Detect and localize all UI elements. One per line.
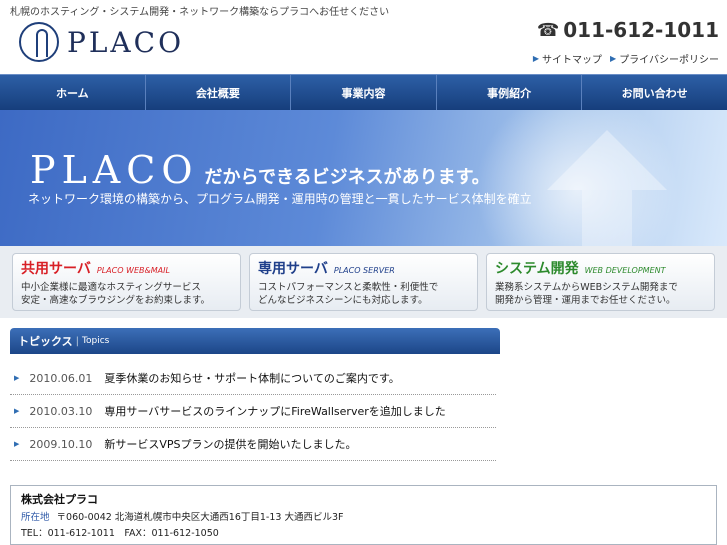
service-subtitle: WEB DEVELOPMENT (584, 266, 666, 275)
hero-banner: PLACO だからできるビジネスがあります。 ネットワーク環境の構築から、プログ… (0, 110, 727, 246)
nav-home[interactable]: ホーム (0, 75, 146, 110)
company-contact: TEL：011-612-1011 FAX：011-612-1050 (21, 528, 219, 539)
service-title: 共用サーバ (21, 261, 91, 277)
arrow-right-icon: ▶ (532, 54, 540, 63)
sitemap-link[interactable]: ▶ サイトマップ (533, 51, 602, 66)
topic-title[interactable]: 新サービスVPSプランの提供を開始いたしました。 (104, 436, 356, 452)
phone-number: ☎ 011-612-1011 (537, 18, 719, 42)
company-info: 株式会社プラコ 所在地 〒060-0042 北海道札幌市中央区大通西16丁目1-… (10, 485, 717, 545)
nav-services[interactable]: 事業内容 (291, 75, 437, 110)
site-logo[interactable]: PLACO (19, 22, 184, 62)
up-arrow-body (582, 190, 632, 246)
topic-item[interactable]: ▶ 2010.03.10 専用サーバサービスのラインナップにFireWallse… (10, 395, 496, 428)
hero-catch: だからできるビジネスがあります。 (204, 167, 490, 188)
hero-title: PLACO だからできるビジネスがあります。 (30, 148, 490, 192)
nav-contact[interactable]: お問い合わせ (582, 75, 727, 110)
company-name: 株式会社プラコ (21, 493, 98, 506)
topic-date: 2010.03.10 (29, 404, 93, 418)
service-title: 専用サーバ (258, 261, 328, 277)
logo-mark-icon (19, 22, 59, 62)
heading-separator: | (75, 335, 80, 347)
service-desc: 中小企業様に最適なホスティングサービス 安定・高速なブラウジングをお約束します。 (21, 282, 211, 306)
topic-title[interactable]: 夏季休業のお知らせ・サポート体制についてのご案内です。 (104, 370, 399, 386)
site-tagline: 札幌のホスティング・システム開発・ネットワーク構築ならプラコへお任せください (10, 7, 390, 18)
bullet-arrow-icon: ▶ (14, 407, 20, 415)
company-address: 所在地 〒060-0042 北海道札幌市中央区大通西16丁目1-13 大通西ビル… (21, 512, 344, 523)
service-banners: 共用サーバ PLACO WEB&MAIL 中小企業様に最適なホスティングサービス… (12, 253, 727, 311)
topic-item[interactable]: ▶ 2009.10.10 新サービスVPSプランの提供を開始いたしました。 (10, 428, 496, 461)
topic-date: 2010.06.01 (29, 371, 93, 385)
nav-cases[interactable]: 事例紹介 (437, 75, 583, 110)
phone-icon: ☎ (536, 19, 560, 41)
topic-date: 2009.10.10 (29, 437, 93, 451)
topic-item[interactable]: ▶ 2010.06.01 夏季休業のお知らせ・サポート体制についてのご案内です。 (10, 362, 496, 395)
topic-title[interactable]: 専用サーバサービスのラインナップにFireWallserverを追加しました (104, 403, 445, 419)
topic-list: ▶ 2010.06.01 夏季休業のお知らせ・サポート体制についてのご案内です。… (10, 362, 496, 461)
service-title: システム開発 (495, 261, 579, 277)
service-desc: 業務系システムからWEBシステム開発まで 開発から管理・運用までお任せください。 (495, 282, 678, 306)
service-dedicated-server[interactable]: 専用サーバ PLACO SERVER コストパフォーマンスと柔軟性・利便性で ど… (249, 253, 478, 311)
privacy-policy-link[interactable]: ▶ プライバシーポリシー (610, 51, 719, 66)
hero-brand: PLACO (30, 148, 199, 192)
nav-company[interactable]: 会社概要 (146, 75, 292, 110)
header: 札幌のホスティング・システム開発・ネットワーク構築ならプラコへお任せください P… (0, 0, 727, 74)
arrow-right-icon: ▶ (610, 54, 617, 63)
service-subtitle: PLACO SERVER (333, 266, 395, 275)
address-label: 所在地 (21, 512, 50, 523)
bullet-arrow-icon: ▶ (14, 374, 20, 382)
main-nav: ホーム 会社概要 事業内容 事例紹介 お問い合わせ (0, 74, 727, 110)
service-system-development[interactable]: システム開発 WEB DEVELOPMENT 業務系システムからWEBシステム開… (486, 253, 715, 311)
up-arrow-icon (547, 130, 667, 190)
bullet-arrow-icon: ▶ (14, 440, 20, 448)
topics-heading: トピックス | Topics (10, 328, 500, 354)
header-links: ▶ サイトマップ ▶ プライバシーポリシー (533, 51, 719, 66)
logo-text: PLACO (67, 25, 185, 59)
service-subtitle: PLACO WEB&MAIL (96, 266, 170, 275)
phone-value: 011-612-1011 (563, 18, 719, 42)
hero-subtitle: ネットワーク環境の構築から、プログラム開発・運用時の管理と一貫したサービス体制を… (28, 192, 532, 206)
service-shared-server[interactable]: 共用サーバ PLACO WEB&MAIL 中小企業様に最適なホスティングサービス… (12, 253, 241, 311)
service-desc: コストパフォーマンスと柔軟性・利便性で どんなビジネスシーンにも対応します。 (258, 282, 439, 306)
